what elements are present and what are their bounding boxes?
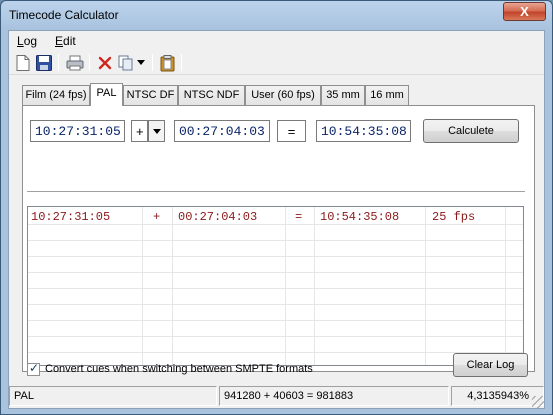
- tab-ntsc-ndf[interactable]: NTSC NDF: [178, 85, 245, 105]
- log-result: 10:54:35:08: [320, 210, 400, 224]
- toolbar-separator: [152, 54, 153, 71]
- menu-edit-rest: dit: [63, 34, 76, 48]
- toolbar-separator: [58, 54, 59, 71]
- toolbar: [9, 51, 544, 75]
- tab-pal[interactable]: PAL: [90, 83, 123, 106]
- tab-16mm[interactable]: 16 mm: [365, 85, 409, 105]
- log-row[interactable]: 10:27:31:05 + 00:27:04:03 = 10:54:35:08 …: [28, 209, 523, 225]
- operator-select[interactable]: +: [131, 120, 148, 142]
- tab-user-60[interactable]: User (60 fps): [245, 85, 321, 105]
- log-list[interactable]: 10:27:31:05 + 00:27:04:03 = 10:54:35:08 …: [27, 206, 524, 366]
- log-fps: 25 fps: [432, 210, 476, 224]
- toolbar-separator: [181, 54, 182, 71]
- status-percent: 4,3135943%: [451, 386, 544, 406]
- operand2-input[interactable]: 00:27:04:03: [174, 120, 270, 142]
- menu-bar: Log Edit: [9, 31, 544, 51]
- resize-grip[interactable]: [532, 396, 544, 408]
- pal-tab-panel: 10:27:31:05 + 00:27:04:03 = 10:54:35:08 …: [22, 105, 535, 372]
- equals-field: =: [277, 120, 306, 142]
- copy-icon[interactable]: [116, 53, 136, 73]
- tab-ntsc-df[interactable]: NTSC DF: [123, 85, 178, 105]
- log-row: [28, 305, 523, 321]
- menu-log[interactable]: Log: [17, 34, 37, 48]
- status-bar: PAL 941280 + 40603 = 981883 4,3135943%: [9, 384, 544, 408]
- window-title: Timecode Calculator: [9, 8, 119, 22]
- menu-log-mnemonic: L: [17, 34, 24, 48]
- menu-edit-mnemonic: E: [55, 34, 64, 48]
- log-operand2: 00:27:04:03: [178, 210, 258, 224]
- print-icon[interactable]: [65, 53, 85, 73]
- title-bar[interactable]: Timecode Calculator X: [1, 1, 552, 30]
- menu-edit[interactable]: Edit: [55, 34, 76, 48]
- operator-dropdown-icon[interactable]: [148, 120, 165, 142]
- client-area: Log Edit Film (24 fps) PAL NTSC DF NTSC …: [8, 30, 545, 409]
- app-window: Timecode Calculator X Log Edit Film (24 …: [0, 0, 553, 415]
- tab-35mm[interactable]: 35 mm: [321, 85, 365, 105]
- save-icon[interactable]: [34, 53, 54, 73]
- close-button[interactable]: X: [503, 2, 546, 21]
- log-row: [28, 321, 523, 337]
- status-format: PAL: [9, 386, 217, 406]
- log-equals: =: [295, 210, 303, 224]
- status-frames: 941280 + 40603 = 981883: [219, 386, 449, 406]
- log-operand1: 10:27:31:05: [31, 210, 111, 224]
- log-row: [28, 241, 523, 257]
- delete-icon[interactable]: [95, 53, 115, 73]
- new-document-icon[interactable]: [13, 53, 33, 73]
- clear-log-button[interactable]: Clear Log: [453, 353, 528, 377]
- copy-dropdown-arrow-icon[interactable]: [135, 53, 147, 73]
- result-field[interactable]: 10:54:35:08: [316, 120, 411, 142]
- paste-icon[interactable]: [158, 53, 178, 73]
- log-row: [28, 257, 523, 273]
- convert-cues-checkbox[interactable]: [27, 361, 40, 376]
- convert-cues-label: Convert cues when switching between SMPT…: [45, 363, 313, 375]
- panel-divider: [27, 191, 525, 193]
- log-row: [28, 225, 523, 241]
- log-row: [28, 337, 523, 353]
- tab-film-24[interactable]: Film (24 fps): [22, 85, 90, 105]
- log-operator: +: [153, 210, 161, 224]
- menu-log-rest: og: [23, 34, 38, 48]
- operand1-input[interactable]: 10:27:31:05: [30, 120, 125, 142]
- toolbar-separator: [89, 54, 90, 71]
- log-row: [28, 273, 523, 289]
- calculate-button[interactable]: Calculete: [423, 119, 519, 143]
- log-row: [28, 289, 523, 305]
